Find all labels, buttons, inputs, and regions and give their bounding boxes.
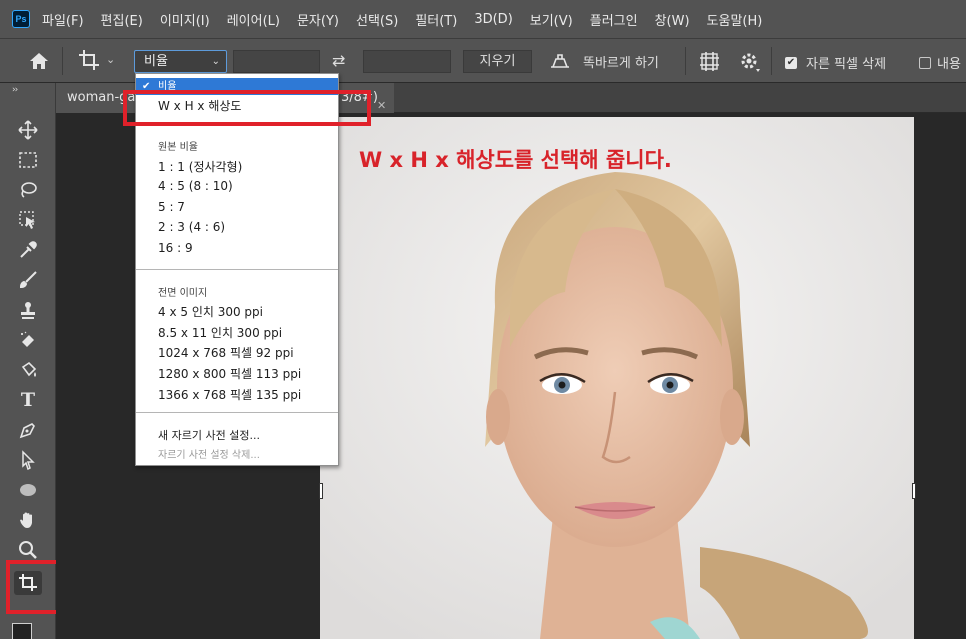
- home-icon[interactable]: [28, 51, 50, 71]
- pen-tool-icon[interactable]: [14, 418, 42, 442]
- separator: [62, 47, 63, 75]
- portrait-photo: [320, 117, 914, 639]
- menu-window[interactable]: 창(W): [655, 10, 690, 29]
- delete-cropped-pixels-label[interactable]: 자른 픽셀 삭제: [806, 53, 886, 72]
- dropdown-item-ratio-5-7[interactable]: 5 : 7: [136, 200, 338, 214]
- separator: [685, 47, 686, 75]
- menu-image[interactable]: 이미지(I): [160, 10, 210, 29]
- eyedropper-tool-icon[interactable]: [14, 238, 42, 262]
- type-tool-icon[interactable]: T: [14, 388, 42, 412]
- chevron-down-icon[interactable]: ⌄: [106, 53, 116, 67]
- paint-bucket-tool-icon[interactable]: [14, 358, 42, 382]
- menu-edit[interactable]: 편집(E): [101, 10, 143, 29]
- menu-3d[interactable]: 3D(D): [474, 12, 512, 27]
- dropdown-item-ratio-4-5[interactable]: 4 : 5 (8 : 10): [136, 179, 338, 193]
- move-tool-icon[interactable]: [14, 118, 42, 142]
- eraser-tool-icon[interactable]: [14, 328, 42, 352]
- dropdown-item-new-preset[interactable]: 새 자르기 사전 설정...: [136, 427, 338, 443]
- crop-tool-preset-icon[interactable]: [78, 49, 100, 71]
- separator: [771, 47, 772, 75]
- dropdown-item-preset-4x5[interactable]: 4 x 5 인치 300 ppi: [136, 303, 338, 320]
- dropdown-item-preset-1366x768[interactable]: 1366 x 768 픽셀 135 ppi: [136, 386, 338, 403]
- dropdown-item-ratio-2-3[interactable]: 2 : 3 (4 : 6): [136, 220, 338, 234]
- width-field[interactable]: [233, 50, 320, 73]
- ratio-select-value: 비율: [144, 54, 168, 69]
- dropdown-item-preset-8-5x11[interactable]: 8.5 x 11 인치 300 ppi: [136, 324, 338, 341]
- brush-tool-icon[interactable]: [14, 268, 42, 292]
- straighten-label[interactable]: 똑바르게 하기: [583, 52, 659, 71]
- panel-collapse-icon[interactable]: ››: [12, 85, 18, 95]
- menu-bar: Ps 파일(F) 편집(E) 이미지(I) 레이어(L) 문자(Y) 선택(S)…: [0, 0, 966, 38]
- menu-select[interactable]: 선택(S): [356, 10, 398, 29]
- content-aware-checkbox[interactable]: [919, 57, 931, 69]
- menu-filter[interactable]: 필터(T): [415, 10, 457, 29]
- dropdown-item-ratio-16-9[interactable]: 16 : 9: [136, 241, 338, 255]
- clear-button[interactable]: 지우기: [463, 50, 532, 73]
- content-aware-label[interactable]: 내용: [937, 53, 961, 72]
- close-icon[interactable]: ✕: [377, 91, 386, 113]
- dropdown-item-delete-preset: 자르기 사전 설정 삭제...: [158, 450, 260, 461]
- foreground-color-swatch[interactable]: [12, 623, 32, 639]
- menu-file[interactable]: 파일(F): [42, 10, 84, 29]
- menu-help[interactable]: 도움말(H): [707, 10, 763, 29]
- crop-handle-right[interactable]: [912, 483, 916, 499]
- dropdown-item-ratio-1-1[interactable]: 1 : 1 (정사각형): [136, 158, 338, 175]
- dropdown-header-original-ratio: 원본 비율: [158, 142, 198, 153]
- chevron-down-icon: ⌄: [211, 56, 220, 67]
- wxh-item-highlight: [123, 90, 371, 126]
- crop-handle-left[interactable]: [319, 483, 323, 499]
- height-field[interactable]: [363, 50, 451, 73]
- menu-layer[interactable]: 레이어(L): [227, 10, 280, 29]
- ratio-dropdown-menu: ✔ 비율 W x H x 해상도 원본 비율 1 : 1 (정사각형) 4 : …: [135, 73, 339, 466]
- straighten-icon[interactable]: [549, 51, 571, 71]
- menu-plugins[interactable]: 플러그인: [590, 10, 638, 29]
- path-selection-tool-icon[interactable]: [14, 448, 42, 472]
- marquee-tool-icon[interactable]: [14, 148, 42, 172]
- delete-cropped-pixels-checkbox[interactable]: ✔: [785, 57, 797, 69]
- dropdown-item-preset-1280x800[interactable]: 1280 x 800 픽셀 113 ppi: [136, 365, 338, 382]
- ratio-select[interactable]: 비율 ⌄: [134, 50, 227, 73]
- gear-icon[interactable]: [739, 51, 761, 73]
- photoshop-logo: Ps: [12, 10, 30, 28]
- dropdown-separator: [136, 269, 338, 270]
- tools-panel: ›› T: [0, 83, 66, 639]
- zoom-tool-icon[interactable]: [14, 538, 42, 562]
- dropdown-item-preset-1024x768[interactable]: 1024 x 768 픽셀 92 ppi: [136, 344, 338, 361]
- stamp-tool-icon[interactable]: [14, 298, 42, 322]
- dropdown-separator: [136, 412, 338, 413]
- menu-type[interactable]: 문자(Y): [297, 10, 339, 29]
- overlay-grid-icon[interactable]: [699, 51, 720, 72]
- swap-arrows-icon[interactable]: ⇄: [332, 51, 352, 71]
- ellipse-tool-icon[interactable]: [14, 478, 42, 502]
- menu-view[interactable]: 보기(V): [530, 10, 573, 29]
- object-selection-tool-icon[interactable]: [14, 208, 42, 232]
- hand-tool-icon[interactable]: [14, 508, 42, 532]
- annotation-text: W x H x 해상도를 선택해 줍니다.: [359, 148, 672, 172]
- dropdown-header-full-image: 전면 이미지: [158, 288, 208, 299]
- photoshop-window: Ps 파일(F) 편집(E) 이미지(I) 레이어(L) 문자(Y) 선택(S)…: [0, 0, 966, 639]
- lasso-tool-icon[interactable]: [14, 178, 42, 202]
